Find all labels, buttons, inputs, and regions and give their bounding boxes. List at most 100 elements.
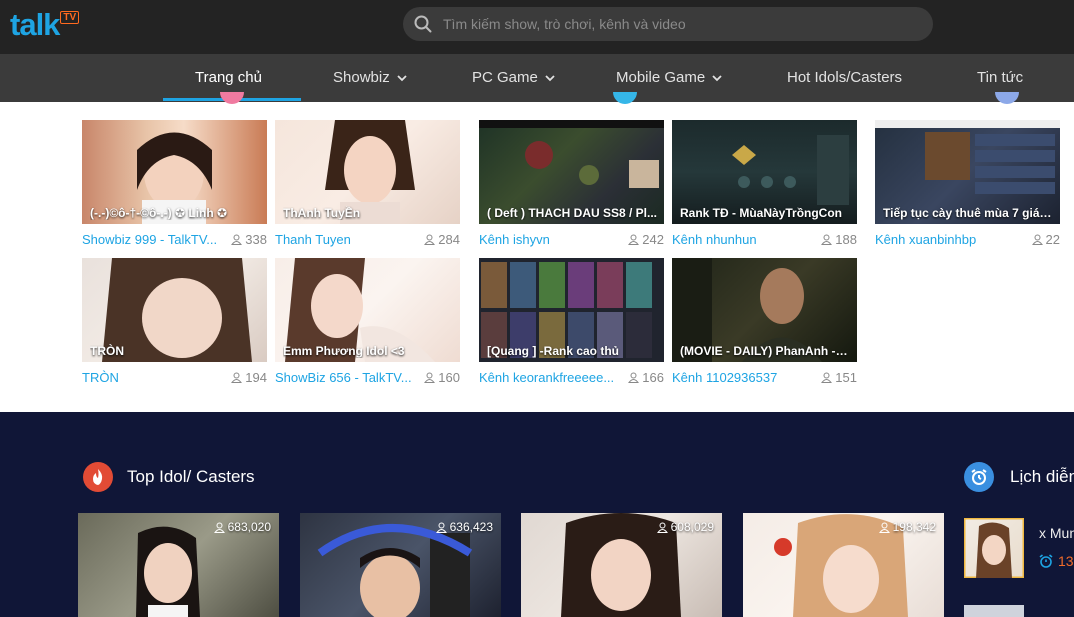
viewer-number: 188 [835, 232, 857, 247]
viewer-count: 338 [231, 232, 267, 247]
nav-item-hot-idols[interactable]: Hot Idols/Casters [787, 54, 902, 102]
stream-caption: (-.-)©ô-†-©ô-.-) ✪ Linh ✪ [90, 206, 228, 220]
channel-link[interactable]: Kênh nhunhun [672, 232, 757, 247]
viewer-number: 22 [1045, 232, 1060, 247]
search-icon[interactable] [403, 7, 443, 41]
stream-caption: ThAnh TuyỀn [283, 206, 361, 220]
stream-thumbnail[interactable]: (-.-)©ô-†-©ô-.-) ✪ Linh ✪ [82, 120, 267, 224]
channel-link[interactable]: Kênh keorankfreeeee... [479, 370, 614, 385]
viewer-number: 284 [438, 232, 460, 247]
nav-item-showbiz[interactable]: Showbiz [333, 54, 407, 102]
schedule-header: Lịch diễn [964, 462, 1074, 492]
viewer-count: 188 [821, 232, 857, 247]
nav-label: Tin tức [977, 69, 1024, 86]
idol-card[interactable]: 608,029 [521, 513, 722, 617]
idol-count: 198,342 [892, 520, 936, 534]
user-icon [231, 234, 243, 245]
user-icon [424, 372, 436, 383]
viewer-count: 284 [424, 232, 460, 247]
stream-caption: [Quang ] -Rank cao thủ [487, 344, 619, 358]
viewer-count: 194 [231, 370, 267, 385]
user-icon [628, 372, 640, 383]
viewer-count: 22 [1031, 232, 1060, 247]
viewer-count: 151 [821, 370, 857, 385]
user-icon [656, 522, 668, 533]
channel-link[interactable]: Kênh ishyvn [479, 232, 550, 247]
nav-label: Hot Idols/Casters [787, 69, 903, 86]
viewer-count: 608,029 [656, 520, 714, 534]
stream-caption: Rank TĐ - MùaNàyTrồngCon [680, 206, 843, 220]
user-icon [213, 522, 225, 533]
user-icon [821, 234, 833, 245]
nav-label: Mobile Game [616, 69, 706, 86]
category-icon [220, 92, 244, 104]
schedule-thumbnail[interactable] [964, 518, 1024, 578]
user-icon [231, 372, 243, 383]
channel-link[interactable]: Kênh 1102936537 [672, 370, 777, 385]
logo-badge: TV [60, 11, 80, 24]
user-icon [878, 522, 890, 533]
section-title: Lịch diễn [1010, 467, 1074, 486]
stream-thumbnail[interactable]: Tiếp tục cày thuê mùa 7 giá r... [875, 120, 1060, 224]
channel-link[interactable]: Kênh xuanbinhbp [875, 232, 976, 247]
chevron-down-icon [712, 54, 722, 102]
search-bar[interactable] [403, 7, 933, 41]
user-icon [821, 372, 833, 383]
chevron-down-icon [397, 54, 407, 102]
stream-caption: TRÒN [90, 344, 124, 358]
schedule-time-text: 13 [1058, 553, 1074, 569]
stream-thumbnail[interactable]: Emm Phương Idol <3 [275, 258, 460, 362]
idol-count: 608,029 [670, 520, 714, 534]
stream-thumbnail[interactable]: ( Deft ) THACH DAU SS8 / Pl... [479, 120, 664, 224]
section-title: Top Idol/ Casters [127, 467, 255, 486]
stream-thumbnail[interactable]: TRÒN [82, 258, 267, 362]
alarm-clock-icon [1039, 554, 1053, 568]
stream-thumbnail[interactable]: Rank TĐ - MùaNàyTrồngCon [672, 120, 857, 224]
viewer-count: 242 [628, 232, 664, 247]
stream-thumbnail[interactable]: ThAnh TuyỀn [275, 120, 460, 224]
stream-caption: Emm Phương Idol <3 [283, 344, 405, 358]
viewer-count: 198,342 [878, 520, 936, 534]
viewer-count: 636,423 [435, 520, 493, 534]
viewer-count: 683,020 [213, 520, 271, 534]
viewer-number: 242 [642, 232, 664, 247]
idol-count: 636,423 [449, 520, 493, 534]
user-icon [424, 234, 436, 245]
logo-text: talk [10, 7, 60, 42]
stream-thumbnail[interactable]: (MOVIE - DAILY) PhanAnh -C... [672, 258, 857, 362]
top-idols-header: Top Idol/ Casters [83, 462, 255, 492]
viewer-count: 166 [628, 370, 664, 385]
idol-card[interactable]: 198,342 [743, 513, 944, 617]
nav-label: Trang chủ [195, 69, 262, 86]
viewer-number: 338 [245, 232, 267, 247]
fire-icon [83, 462, 113, 492]
alarm-clock-icon [964, 462, 994, 492]
search-input[interactable] [443, 16, 913, 32]
user-icon [1031, 234, 1043, 245]
stream-caption: (MOVIE - DAILY) PhanAnh -C... [680, 344, 851, 358]
nav-item-pc-game[interactable]: PC Game [472, 54, 555, 102]
stream-caption: ( Deft ) THACH DAU SS8 / Pl... [487, 206, 658, 220]
talktv-logo[interactable]: talk TV [10, 7, 80, 42]
viewer-number: 194 [245, 370, 267, 385]
stream-thumbnail[interactable]: [Quang ] -Rank cao thủ [479, 258, 664, 362]
user-icon [435, 522, 447, 533]
channel-link[interactable]: Showbiz 999 - TalkTV... [82, 232, 217, 247]
viewer-number: 151 [835, 370, 857, 385]
channel-link[interactable]: TRÒN [82, 370, 119, 385]
channel-link[interactable]: ShowBiz 656 - TalkTV... [275, 370, 412, 385]
chevron-down-icon [545, 54, 555, 102]
schedule-thumbnail[interactable] [964, 605, 1024, 617]
top-bar: talk TV [0, 0, 1074, 54]
schedule-name[interactable]: x Mun [1039, 525, 1074, 541]
category-icon [995, 92, 1019, 104]
main-nav: Trang chủ Showbiz PC Game Mobile Game Ho… [0, 54, 1074, 102]
idol-card[interactable]: 683,020 [78, 513, 279, 617]
channel-link[interactable]: Thanh Tuyen [275, 232, 351, 247]
viewer-number: 160 [438, 370, 460, 385]
idol-count: 683,020 [227, 520, 271, 534]
idol-card[interactable]: 636,423 [300, 513, 501, 617]
stream-caption: Tiếp tục cày thuê mùa 7 giá r... [883, 206, 1054, 220]
viewer-count: 160 [424, 370, 460, 385]
nav-label: PC Game [472, 69, 538, 86]
